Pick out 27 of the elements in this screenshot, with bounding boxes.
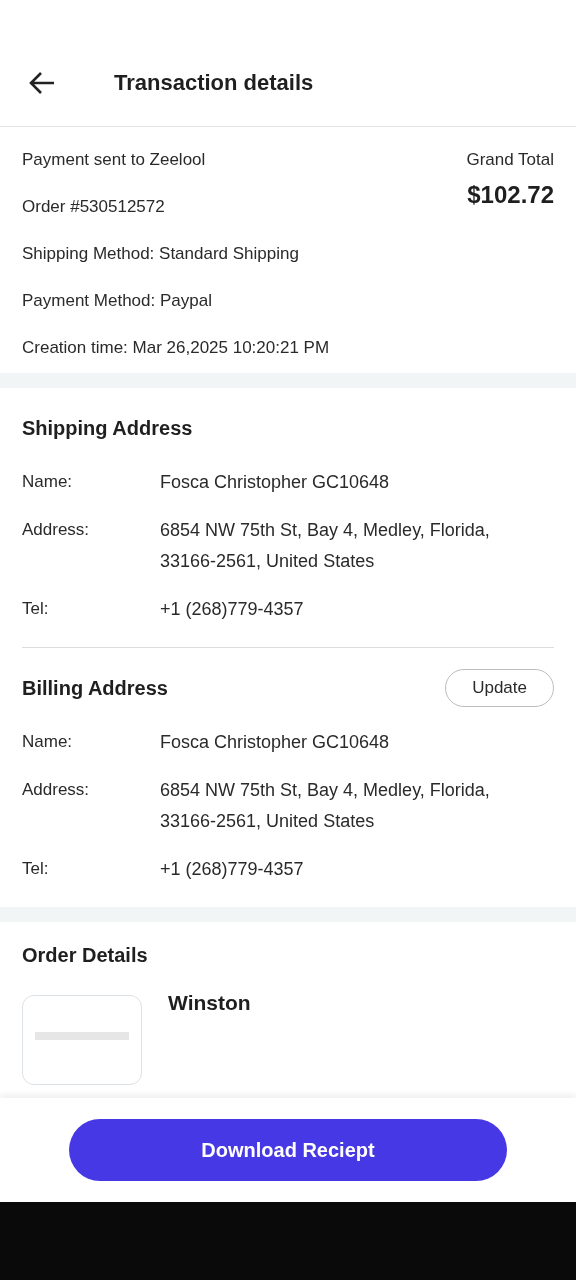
section-title: Billing Address bbox=[22, 676, 168, 700]
product-name: Winston bbox=[168, 991, 251, 1016]
field-value: +1 (268)779-4357 bbox=[160, 598, 305, 621]
summary-text: Payment sent to Zeelool bbox=[22, 149, 207, 171]
field-label: Address: bbox=[22, 779, 91, 801]
summary-text: Order #530512572 bbox=[22, 196, 166, 218]
summary-text: Shipping Method: Standard Shipping bbox=[22, 243, 300, 265]
field-value: 6854 NW 75th St, Bay 4, Medley, Florida, 33166-2561, United States bbox=[160, 519, 491, 573]
section-title: Order Details bbox=[22, 944, 149, 967]
field-value: Fosca Christopher GC10648 bbox=[160, 731, 391, 754]
field-value: 6854 NW 75th St, Bay 4, Medley, Florida, 33166-2561, United States bbox=[160, 779, 491, 833]
field-label: Tel: bbox=[22, 858, 50, 880]
field-value: +1 (268)779-4357 bbox=[160, 858, 305, 881]
field-label: Name: bbox=[22, 731, 74, 753]
summary-text: Creation time: Mar 26,2025 10:20:21 PM bbox=[22, 337, 330, 359]
total-label: Grand Total bbox=[466, 149, 554, 171]
download-receipt-button[interactable]: Download Reciept bbox=[69, 1119, 507, 1181]
total-amount: $102.72 bbox=[467, 181, 554, 209]
field-value: Fosca Christopher GC10648 bbox=[160, 471, 391, 494]
section-title: Shipping Address bbox=[22, 416, 193, 440]
update-button[interactable]: Update bbox=[445, 669, 554, 707]
back-arrow-icon bbox=[28, 71, 56, 95]
field-label: Name: bbox=[22, 471, 74, 493]
page-title: Transaction details bbox=[114, 70, 314, 96]
field-label: Address: bbox=[22, 519, 91, 541]
field-label: Tel: bbox=[22, 598, 50, 620]
summary-text: Payment Method: Paypal bbox=[22, 290, 213, 312]
